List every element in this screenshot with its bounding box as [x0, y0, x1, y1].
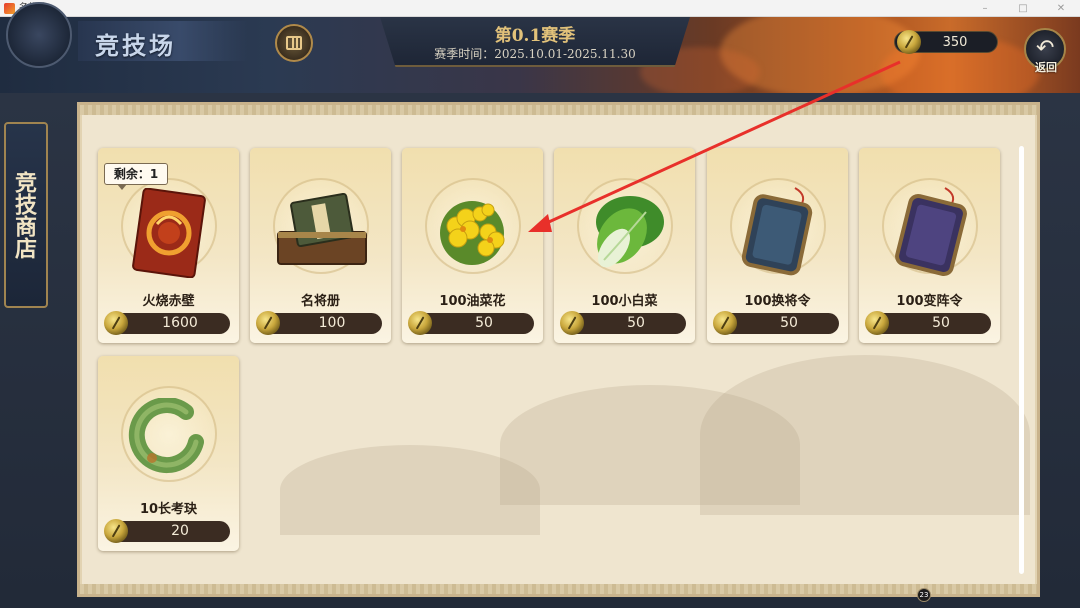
shop-item-card[interactable]: 变阵 100变阵令 50	[859, 148, 1000, 343]
season-title: 第0.1赛季	[494, 26, 576, 46]
scroll-icon	[286, 36, 302, 50]
item-name: 100小白菜	[591, 294, 658, 309]
item-price: 50	[627, 315, 645, 331]
item-price: 50	[780, 315, 798, 331]
item-name: 100换将令	[744, 294, 811, 309]
shop-scrollbar[interactable]	[1019, 146, 1024, 574]
gold-leaf-icon	[560, 311, 584, 335]
item-name: 100变阵令	[896, 294, 963, 309]
season-time: 赛季时间：2025.10.01-2025.11.30	[434, 47, 636, 61]
shop-item-card[interactable]: 100小白菜 50	[554, 148, 695, 343]
tab-arena-shop-label: 竞技商店	[11, 171, 37, 259]
currency-display: 350	[894, 30, 998, 54]
back-arrow-icon: ↶	[1036, 36, 1055, 61]
gold-leaf-icon	[713, 311, 737, 335]
book-chest-icon	[272, 188, 372, 278]
item-name: 名将册	[300, 294, 340, 309]
rules-scroll-button[interactable]	[275, 24, 313, 62]
back-label[interactable]: 返回	[1023, 59, 1069, 75]
fire-card-icon	[132, 187, 206, 279]
window-titlebar: 名将杀 – □ ✕	[0, 0, 1080, 17]
item-name: 10长考玦	[139, 502, 198, 517]
formation-token-icon	[887, 186, 973, 278]
jade-ring-icon	[128, 397, 210, 480]
shop-item-card[interactable]: 10长考玦 20	[98, 356, 239, 551]
item-name: 100油菜花	[439, 294, 506, 309]
gold-leaf-icon	[256, 311, 280, 335]
maximize-button[interactable]: □	[1006, 0, 1040, 17]
shop-item-card[interactable]: 换将 100换将令 50	[707, 148, 848, 343]
swap-token-icon	[735, 186, 821, 278]
item-name: 火烧赤壁	[142, 294, 195, 309]
close-button[interactable]: ✕	[1044, 0, 1078, 17]
shop-item-card[interactable]: 100油菜花 50	[402, 148, 543, 343]
minimize-button[interactable]: –	[968, 0, 1002, 17]
item-price: 20	[171, 523, 189, 539]
item-price: 1600	[162, 315, 198, 331]
shop-item-card[interactable]: 名将册 100	[250, 148, 391, 343]
currency-value: 350	[942, 35, 968, 50]
bok-choy-icon	[580, 186, 670, 278]
gold-leaf-icon	[408, 311, 432, 335]
page-badge: 23	[917, 588, 931, 602]
dragon-emblem-icon	[6, 2, 72, 68]
item-price: 50	[475, 315, 493, 331]
remaining-badge: 剩余：1	[104, 163, 168, 190]
gold-leaf-icon	[104, 311, 128, 335]
gold-leaf-icon	[897, 30, 921, 54]
item-price: 100	[318, 315, 346, 331]
gold-leaf-icon	[104, 519, 128, 543]
item-price: 50	[932, 315, 950, 331]
rapeseed-flower-icon	[422, 188, 522, 278]
page-title: 竞技场	[95, 31, 176, 60]
gold-leaf-icon	[865, 311, 889, 335]
